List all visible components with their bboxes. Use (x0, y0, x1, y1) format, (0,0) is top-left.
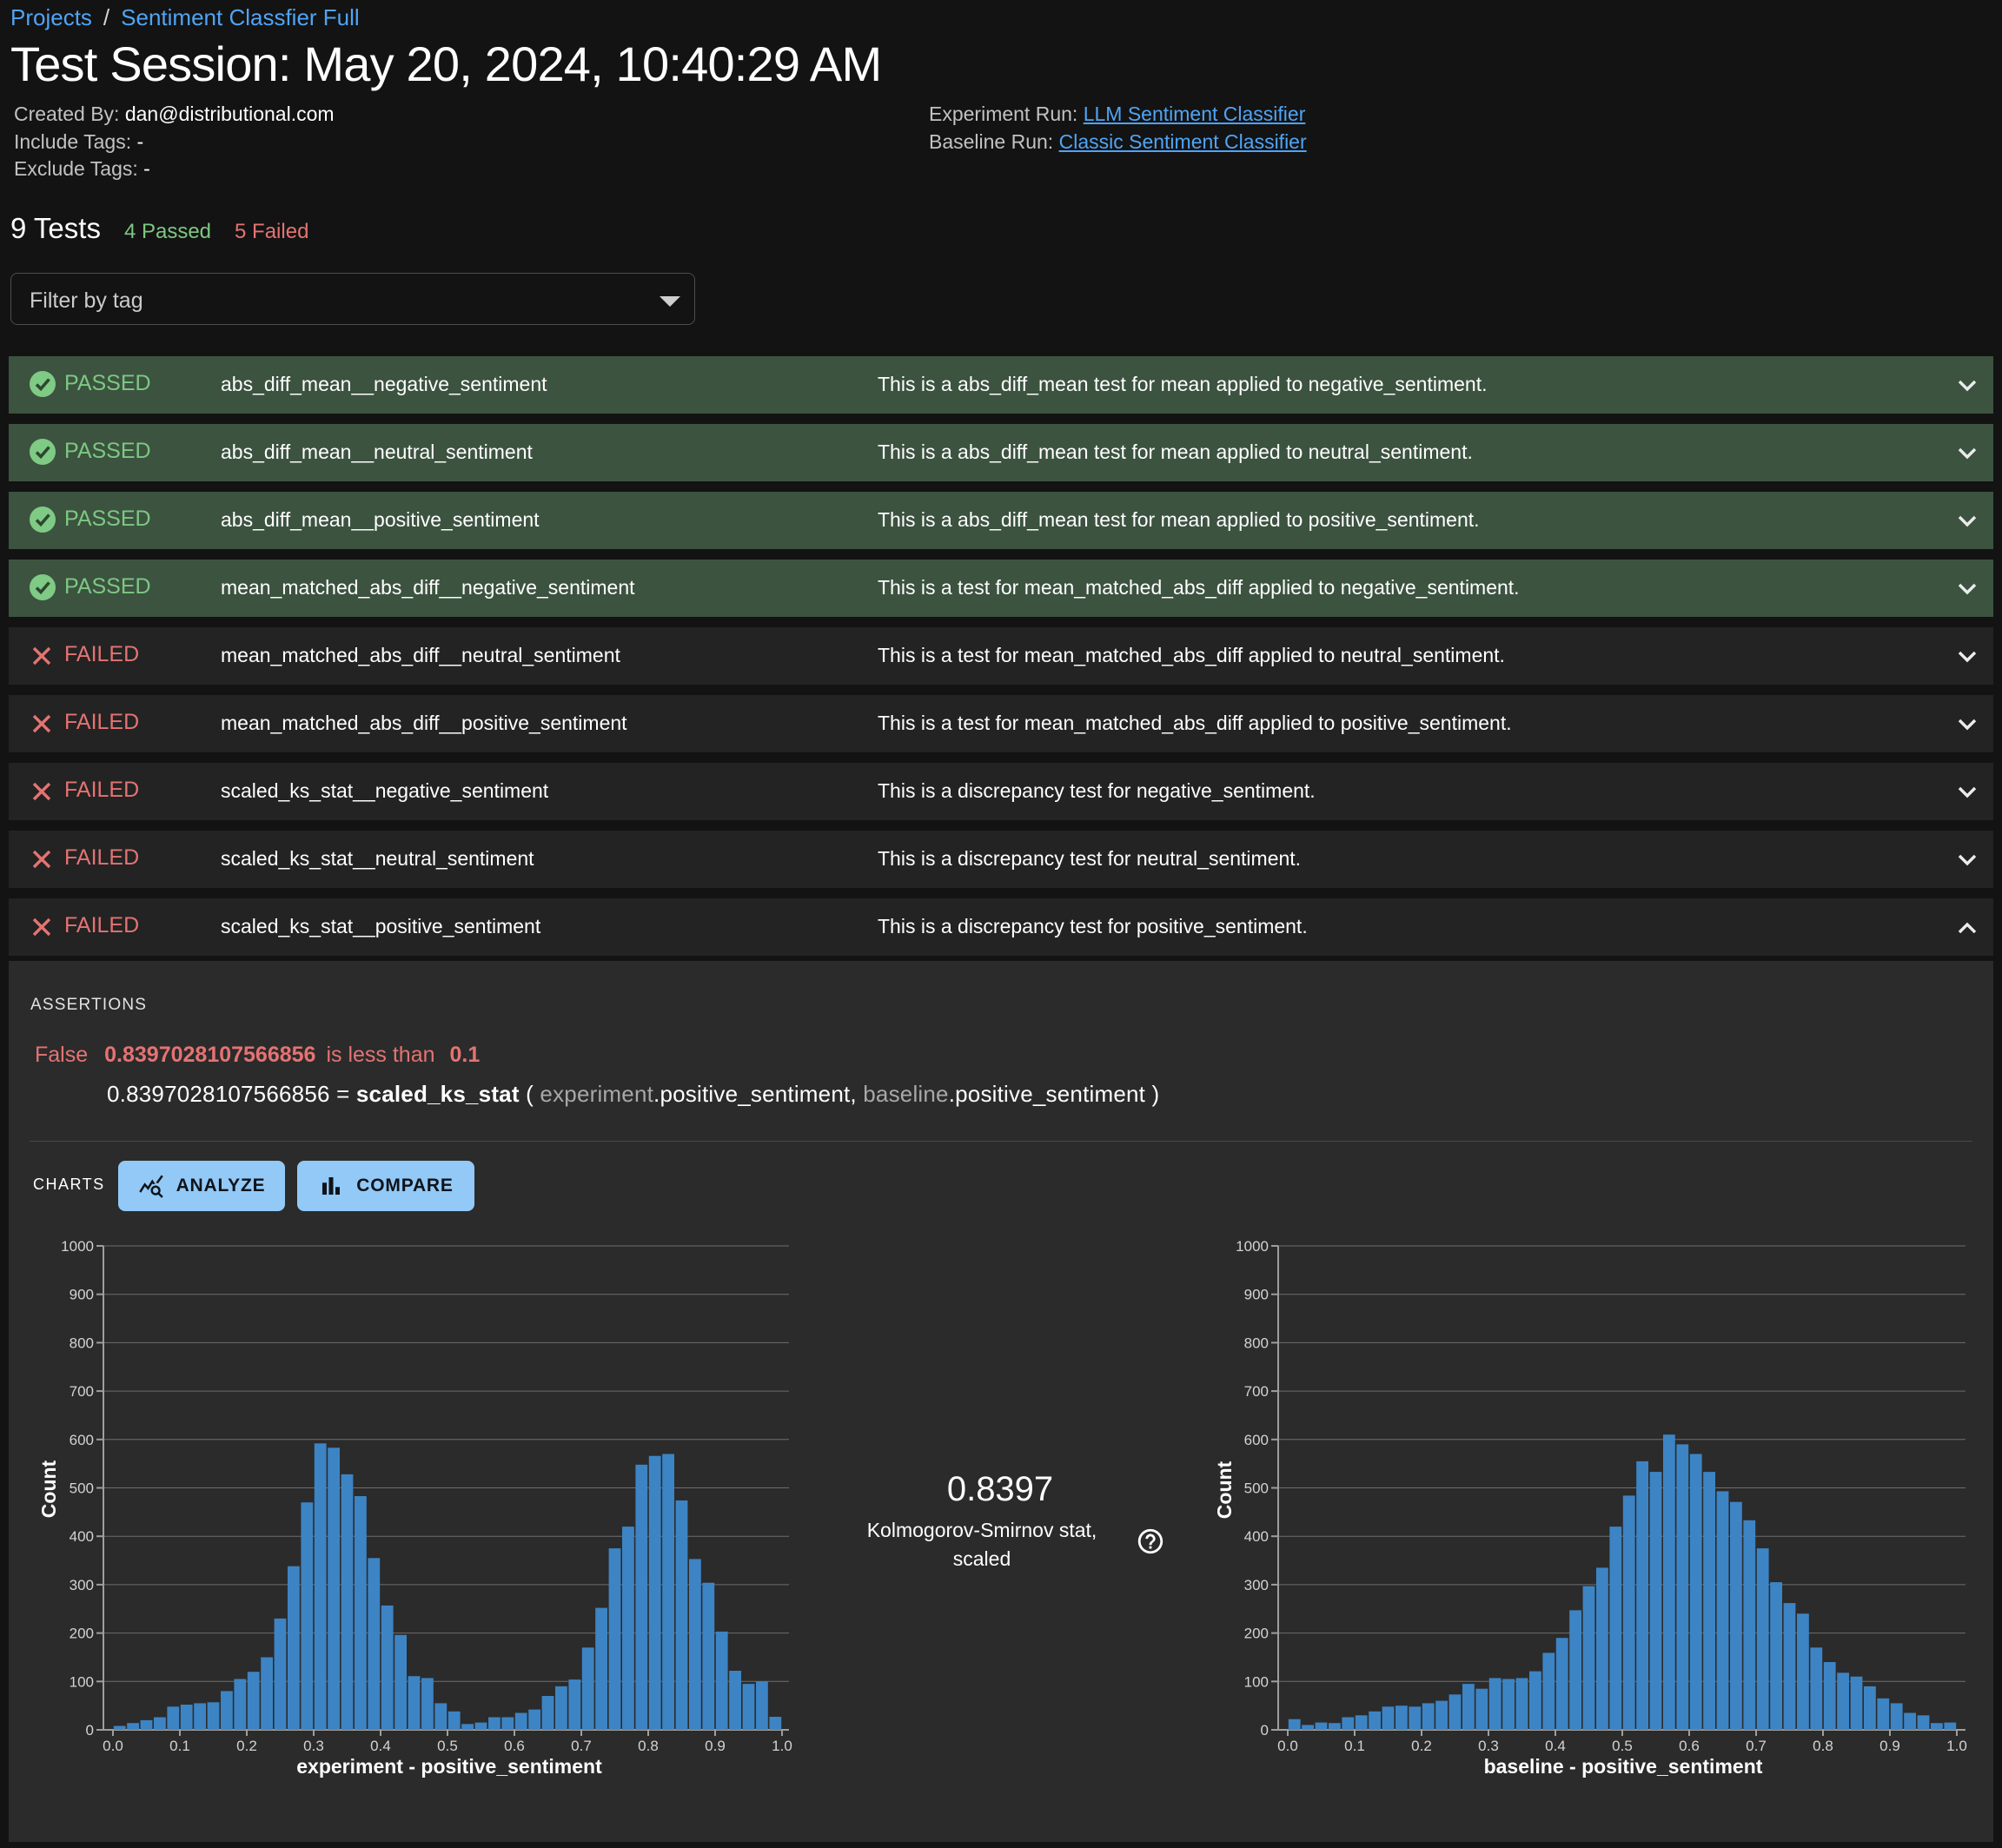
svg-text:0.2: 0.2 (236, 1738, 257, 1754)
svg-text:200: 200 (70, 1626, 94, 1642)
svg-text:400: 400 (1244, 1528, 1269, 1545)
svg-text:0.5: 0.5 (437, 1738, 458, 1754)
svg-text:300: 300 (70, 1577, 94, 1593)
svg-text:1000: 1000 (61, 1238, 94, 1255)
svg-text:0.1: 0.1 (169, 1738, 190, 1754)
svg-text:Count: Count (37, 1460, 60, 1518)
svg-text:0.7: 0.7 (571, 1738, 592, 1754)
svg-text:Count: Count (1213, 1461, 1236, 1519)
svg-text:800: 800 (70, 1335, 94, 1351)
svg-text:baseline - positive_sentiment: baseline - positive_sentiment (1484, 1755, 1763, 1778)
svg-text:700: 700 (1244, 1383, 1269, 1400)
svg-text:0.2: 0.2 (1411, 1738, 1432, 1754)
svg-text:0.0: 0.0 (103, 1738, 123, 1754)
svg-text:0.8: 0.8 (638, 1738, 659, 1754)
svg-text:0.4: 0.4 (1545, 1738, 1566, 1754)
svg-text:0.4: 0.4 (370, 1738, 391, 1754)
svg-text:1000: 1000 (1236, 1238, 1269, 1255)
svg-text:800: 800 (1244, 1335, 1269, 1351)
svg-text:700: 700 (70, 1383, 94, 1400)
svg-text:300: 300 (1244, 1577, 1269, 1593)
svg-text:0.3: 0.3 (1478, 1738, 1499, 1754)
svg-text:900: 900 (1244, 1287, 1269, 1303)
svg-text:0.9: 0.9 (1879, 1738, 1900, 1754)
svg-text:500: 500 (70, 1480, 94, 1497)
svg-text:0: 0 (86, 1722, 94, 1739)
svg-text:0.1: 0.1 (1344, 1738, 1365, 1754)
svg-text:0.5: 0.5 (1612, 1738, 1633, 1754)
svg-text:900: 900 (70, 1287, 94, 1303)
svg-text:1.0: 1.0 (772, 1738, 792, 1754)
svg-text:0.9: 0.9 (705, 1738, 726, 1754)
svg-text:1.0: 1.0 (1946, 1738, 1967, 1754)
svg-text:600: 600 (1244, 1432, 1269, 1448)
svg-text:600: 600 (70, 1432, 94, 1448)
svg-text:0.8: 0.8 (1813, 1738, 1833, 1754)
svg-text:100: 100 (1244, 1673, 1269, 1690)
svg-text:0.3: 0.3 (303, 1738, 324, 1754)
svg-text:100: 100 (70, 1673, 94, 1690)
svg-text:500: 500 (1244, 1480, 1269, 1497)
svg-text:200: 200 (1244, 1626, 1269, 1642)
svg-text:0.7: 0.7 (1746, 1738, 1767, 1754)
svg-text:0: 0 (1261, 1722, 1269, 1739)
svg-text:0.0: 0.0 (1277, 1738, 1298, 1754)
svg-text:0.6: 0.6 (504, 1738, 525, 1754)
svg-text:400: 400 (70, 1528, 94, 1545)
svg-text:experiment - positive_sentimen: experiment - positive_sentiment (296, 1755, 602, 1778)
svg-text:0.6: 0.6 (1679, 1738, 1700, 1754)
